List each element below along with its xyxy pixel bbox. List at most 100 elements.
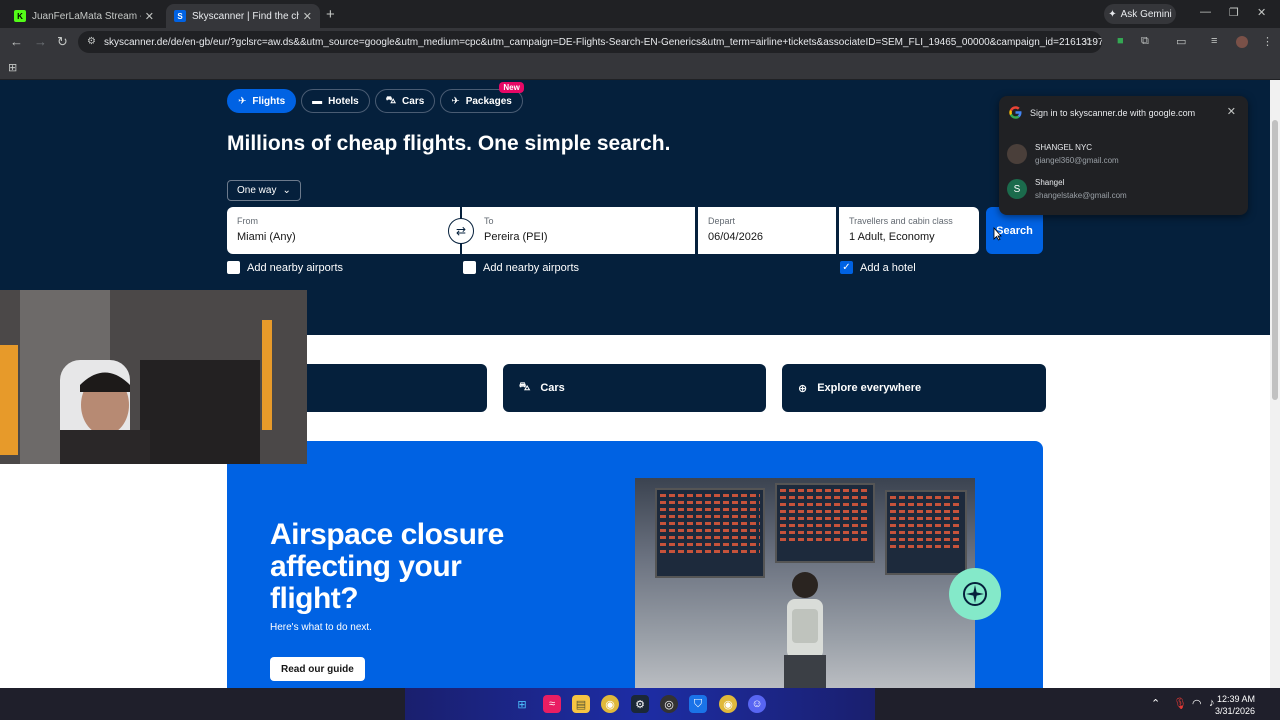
trip-type-value: One way (237, 185, 277, 196)
tile-label: Explore everywhere (817, 382, 922, 394)
page-title: Millions of cheap flights. One simple se… (227, 132, 671, 155)
kick-favicon-icon: K (14, 10, 26, 22)
tab-stream[interactable]: K JuanFerLaMata Stream - Watch ✕ (6, 4, 162, 28)
site-info-icon[interactable]: ⚙ (87, 36, 96, 47)
account-email: shangelstake@gmail.com (1035, 191, 1127, 200)
page-scrollbar[interactable] (1270, 80, 1280, 688)
departure-board (885, 490, 967, 575)
depart-label: Depart (708, 216, 736, 226)
account-details: SHANGEL NYC giangel360@gmail.com (1035, 143, 1119, 165)
signin-header: Sign in to skyscanner.de with google.com (1009, 106, 1195, 119)
extensions-puzzle-icon[interactable]: ⧉ (1141, 35, 1149, 48)
chevron-down-icon: ⌄ (282, 185, 291, 196)
trip-type-select[interactable]: One way ⌄ (227, 180, 301, 201)
bookmark-star-icon[interactable]: ☆ (1083, 35, 1093, 48)
reload-icon[interactable]: ↻ (57, 34, 68, 50)
discord-icon[interactable]: ☺ (748, 695, 766, 713)
add-hotel-checkbox[interactable]: ✓ Add a hotel (840, 261, 916, 274)
close-tab-icon[interactable]: ✕ (303, 10, 312, 23)
account-item[interactable]: SHANGEL NYC giangel360@gmail.com (1007, 139, 1240, 169)
checkbox-checked-icon: ✓ (840, 261, 853, 274)
chrome-icon[interactable]: ◉ (601, 695, 619, 713)
vertical-tabs: ✈ Flights ▬ Hotels ⛍ Cars ✈ Packages New (227, 82, 524, 113)
quick-tile-explore[interactable]: ⊕ Explore everywhere (782, 364, 1046, 412)
tile-label: Cars (540, 382, 565, 394)
mouse-cursor-icon (993, 227, 1002, 241)
file-explorer-icon[interactable]: ▤ (572, 695, 590, 713)
minimize-icon[interactable]: — (1200, 6, 1211, 18)
nearby-to-checkbox[interactable]: Add nearby airports (463, 261, 579, 274)
steam-icon[interactable]: ⚙ (631, 695, 649, 713)
travellers-field[interactable]: Travellers and cabin class 1 Adult, Econ… (839, 207, 979, 254)
google-logo-icon (1009, 106, 1022, 119)
plane-icon: ✈ (238, 95, 247, 107)
close-icon[interactable]: ✕ (1227, 105, 1236, 118)
app-icon[interactable]: ≈ (543, 695, 561, 713)
travellers-value: 1 Adult, Economy (849, 231, 935, 243)
cast-icon[interactable]: ▭ (1176, 35, 1186, 48)
depart-value: 06/04/2026 (708, 231, 764, 243)
tab-label: Packages (465, 95, 512, 107)
address-bar[interactable]: ⚙ skyscanner.de/de/en-gb/eur/?gclsrc=aw.… (78, 31, 1102, 53)
volume-icon[interactable]: ♪ (1209, 697, 1215, 709)
close-tab-icon[interactable]: ✕ (145, 10, 154, 23)
tab-label: Cars (402, 95, 425, 107)
back-icon[interactable]: ← (10, 34, 23, 49)
wifi-icon[interactable]: ◠ (1192, 697, 1202, 710)
checkbox-unchecked-icon (227, 261, 240, 274)
package-icon: ✈ (451, 95, 460, 107)
depart-field[interactable]: Depart 06/04/2026 (698, 207, 836, 254)
add-hotel-label: Add a hotel (860, 261, 916, 274)
extension-icon[interactable]: ■ (1117, 35, 1124, 47)
scrollbar-thumb[interactable] (1272, 120, 1278, 400)
system-clock[interactable]: 12:39 AM 3/31/2026 (1215, 693, 1255, 717)
tab-label: Hotels (328, 95, 359, 107)
apps-grid-icon[interactable]: ⊞ (8, 61, 17, 74)
restore-icon[interactable]: ❐ (1229, 6, 1239, 19)
explore-icon: ⊕ (798, 382, 808, 395)
airspace-promo-banner: Airspace closure affecting your flight? … (227, 441, 1043, 688)
nearby-from-label: Add nearby airports (247, 261, 343, 274)
skyscanner-favicon-icon: S (174, 10, 186, 22)
profile-avatar[interactable] (1236, 36, 1248, 48)
windows-start-icon[interactable]: ⊞ (513, 695, 531, 713)
ask-gemini-button[interactable]: ✦ Ask Gemini (1104, 4, 1176, 24)
from-field[interactable]: From Miami (Any) (227, 207, 460, 254)
quick-tile-cars[interactable]: ⛍ Cars (503, 364, 766, 412)
menu-dots-icon[interactable]: ⋮ (1262, 35, 1273, 48)
tab-packages[interactable]: ✈ Packages New (440, 82, 524, 113)
checkbox-unchecked-icon (463, 261, 476, 274)
nearby-from-checkbox[interactable]: Add nearby airports (227, 261, 343, 274)
compass-icon (949, 568, 1001, 620)
departure-board (655, 488, 765, 578)
new-tab-button[interactable]: + (326, 6, 335, 23)
tab-title: JuanFerLaMata Stream - Watch (32, 10, 141, 22)
chrome-active-icon[interactable]: ◉ (719, 695, 737, 713)
tray-chevron-icon[interactable]: ⌃ (1151, 697, 1160, 710)
window-close-icon[interactable]: ✕ (1257, 6, 1266, 19)
account-item[interactable]: S Shangel shangelstake@gmail.com (1007, 174, 1240, 204)
new-badge: New (499, 82, 524, 93)
browser-toolbar: ← → ↻ ⚙ skyscanner.de/de/en-gb/eur/?gcls… (0, 28, 1280, 56)
tab-flights[interactable]: ✈ Flights (227, 89, 297, 113)
shield-icon[interactable]: ⛉ (689, 695, 707, 713)
account-name: SHANGEL NYC (1035, 143, 1093, 152)
departure-board (775, 483, 875, 563)
mic-icon[interactable]: 🎙 (1173, 697, 1187, 710)
url-text: skyscanner.de/de/en-gb/eur/?gclsrc=aw.ds… (104, 36, 1102, 48)
forward-icon[interactable]: → (34, 34, 47, 49)
tab-label: Flights (252, 95, 286, 107)
tab-hotels[interactable]: ▬ Hotels (301, 89, 370, 113)
airport-photo (635, 478, 975, 688)
car-icon: ⛍ (519, 381, 531, 393)
clock-time: 12:39 AM (1216, 694, 1255, 704)
to-field[interactable]: To Pereira (PEI) (462, 207, 695, 254)
travellers-label: Travellers and cabin class (849, 216, 953, 226)
swap-airports-icon[interactable]: ⇄ (448, 218, 474, 244)
obs-icon[interactable]: ◎ (660, 695, 678, 713)
tab-cars[interactable]: ⛍ Cars (374, 89, 436, 113)
streamer-webcam-image (0, 290, 307, 464)
tab-skyscanner[interactable]: S Skyscanner | Find the cheapest ✕ (166, 4, 320, 28)
reading-list-icon[interactable]: ≡ (1211, 35, 1217, 47)
read-guide-button[interactable]: Read our guide (270, 657, 365, 681)
